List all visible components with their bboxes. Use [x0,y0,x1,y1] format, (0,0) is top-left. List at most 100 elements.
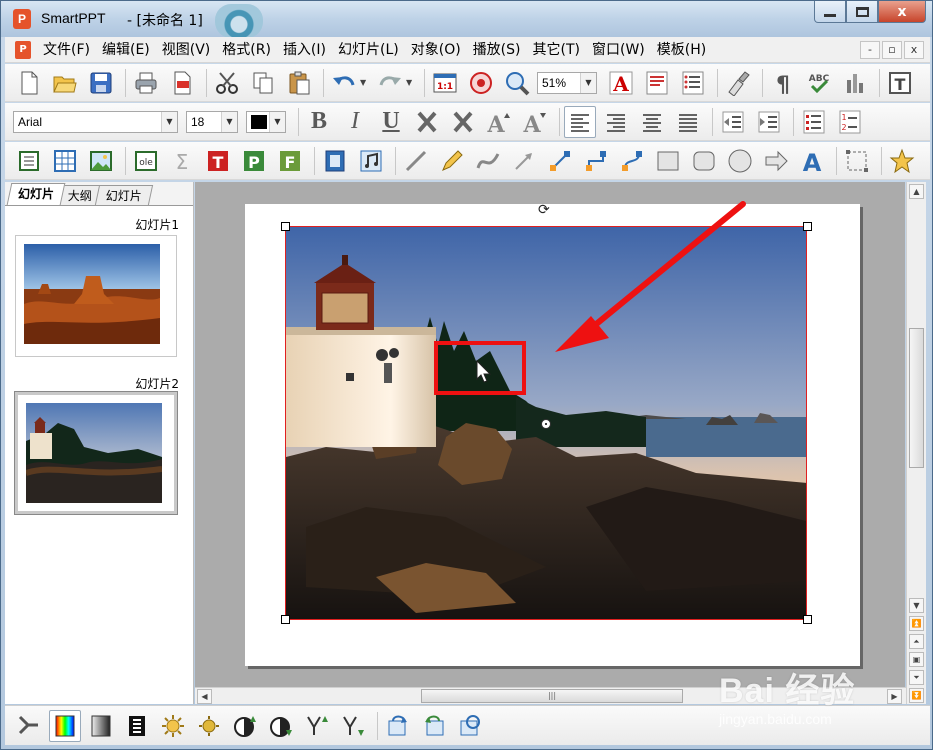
align-center-icon[interactable] [636,106,668,138]
font-color-icon[interactable]: A [605,67,637,99]
last-page-icon[interactable]: ⏬ [909,688,924,703]
star-shape-icon[interactable] [886,145,918,177]
insert-table-icon[interactable] [49,145,81,177]
first-page-icon[interactable]: ⏫ [909,616,924,631]
redo-icon[interactable] [374,67,406,99]
menu-insert[interactable]: 插入(I) [277,37,332,63]
grayscale-icon[interactable] [85,710,117,742]
insert-field-icon[interactable]: F [274,145,306,177]
menu-template[interactable]: 模板(H) [651,37,712,63]
minimize-button[interactable] [814,1,846,23]
bullet-list-icon[interactable] [798,106,830,138]
list-style-icon[interactable] [677,67,709,99]
previous-page-icon[interactable]: ⏶ [909,634,924,649]
tab-slides[interactable]: 幻灯片 [6,183,66,205]
page-view-icon[interactable]: ▣ [909,652,924,667]
insert-video-icon[interactable] [319,145,351,177]
vertical-scrollbar[interactable]: ▲ ▼ ⏫ ⏶ ▣ ⏷ ⏬ [906,182,926,704]
pdf-export-button[interactable] [166,67,198,99]
contrast-up-icon[interactable] [229,710,261,742]
align-left-icon[interactable] [564,105,596,138]
text-box-icon[interactable]: T [884,67,916,99]
zoom-select[interactable]: 51% ▼ [537,71,597,94]
bold-button[interactable]: B [303,108,335,135]
menu-view[interactable]: 视图(V) [156,37,217,63]
indent-icon[interactable] [753,106,785,138]
menu-other[interactable]: 其它(T) [527,37,586,63]
insert-image-icon[interactable] [85,145,117,177]
scroll-up-icon[interactable]: ▲ [909,184,924,199]
menu-object[interactable]: 对象(O) [405,37,467,63]
menu-window[interactable]: 窗口(W) [586,37,651,63]
scroll-down-icon[interactable]: ▼ [909,598,924,613]
paragraph-style-icon[interactable] [641,67,673,99]
mdi-minimize-button[interactable]: - [860,40,880,59]
rotate-left-icon[interactable] [382,710,414,742]
rotate-right-icon[interactable] [418,710,450,742]
new-file-button[interactable] [13,67,45,99]
wordart-icon[interactable]: A [796,145,828,177]
gamma-up-icon[interactable] [301,710,333,742]
italic-button[interactable]: I [339,108,371,135]
insert-ole-icon[interactable]: ole [130,145,162,177]
paste-icon[interactable] [283,67,315,99]
copy-icon[interactable] [247,67,279,99]
menu-format[interactable]: 格式(R) [216,37,277,63]
line-tool-icon[interactable] [400,145,432,177]
insert-text-icon[interactable]: T [202,145,234,177]
brightness-up-icon[interactable] [157,710,189,742]
connector-tool-icon[interactable] [544,145,576,177]
curve-tool-icon[interactable] [472,145,504,177]
menu-edit[interactable]: 编辑(E) [96,37,156,63]
zoom-target-icon[interactable] [465,67,497,99]
decrease-font-icon[interactable]: A [519,106,551,138]
open-folder-button[interactable] [49,67,81,99]
zoom-icon[interactable] [501,67,533,99]
pencil-tool-icon[interactable] [436,145,468,177]
insert-text-frame-icon[interactable] [13,145,45,177]
gamma-down-icon[interactable] [337,710,369,742]
save-button[interactable] [85,67,117,99]
mdi-restore-button[interactable]: ▫ [882,40,902,59]
align-right-icon[interactable] [600,106,632,138]
increase-font-icon[interactable]: A [483,106,515,138]
insert-paragraph-icon[interactable]: P [238,145,270,177]
document-icon[interactable]: P [15,40,31,59]
horizontal-scrollbar[interactable]: ◀ ||| ▶ [195,687,906,704]
pilcrow-icon[interactable]: ¶ [767,67,799,99]
horizontal-scroll-thumb[interactable]: ||| [421,689,683,703]
font-family-select[interactable]: Arial ▼ [13,110,178,133]
group-tool-icon[interactable] [841,145,873,177]
font-size-select[interactable]: 18 ▼ [186,110,238,133]
slide-thumbnail-2[interactable] [14,391,178,515]
undo-icon[interactable] [328,67,360,99]
curved-connector-icon[interactable] [616,145,648,177]
rounded-rectangle-icon[interactable] [688,145,720,177]
scroll-left-icon[interactable]: ◀ [197,689,212,704]
insert-audio-icon[interactable] [355,145,387,177]
chart-icon[interactable] [839,67,871,99]
print-button[interactable] [130,67,162,99]
contrast-down-icon[interactable] [265,710,297,742]
close-button[interactable]: x [878,1,926,23]
color-mode-icon[interactable] [49,709,81,742]
ellipse-tool-icon[interactable] [724,145,756,177]
next-page-icon[interactable]: ⏷ [909,670,924,685]
tab-slides-alt[interactable]: 幻灯片 [94,185,154,205]
maximize-button[interactable] [846,1,878,23]
arrow-tool-icon[interactable] [508,145,540,177]
text-color-select[interactable]: ▼ [246,110,286,133]
underline-button[interactable]: U [375,108,407,135]
reset-picture-icon[interactable] [454,710,486,742]
insert-formula-icon[interactable]: Σ [166,145,198,177]
strikethrough-icon[interactable] [411,106,443,138]
shape-arrow-icon[interactable] [760,145,792,177]
actual-size-icon[interactable]: 1:1 [429,67,461,99]
mdi-close-button[interactable]: x [904,40,924,59]
outdent-icon[interactable] [717,106,749,138]
redo-dropdown-icon[interactable]: ▼ [406,78,416,87]
numbered-list-icon[interactable]: 12 [834,106,866,138]
menu-play[interactable]: 播放(S) [467,37,527,63]
align-justify-icon[interactable] [672,106,704,138]
undo-dropdown-icon[interactable]: ▼ [360,78,370,87]
